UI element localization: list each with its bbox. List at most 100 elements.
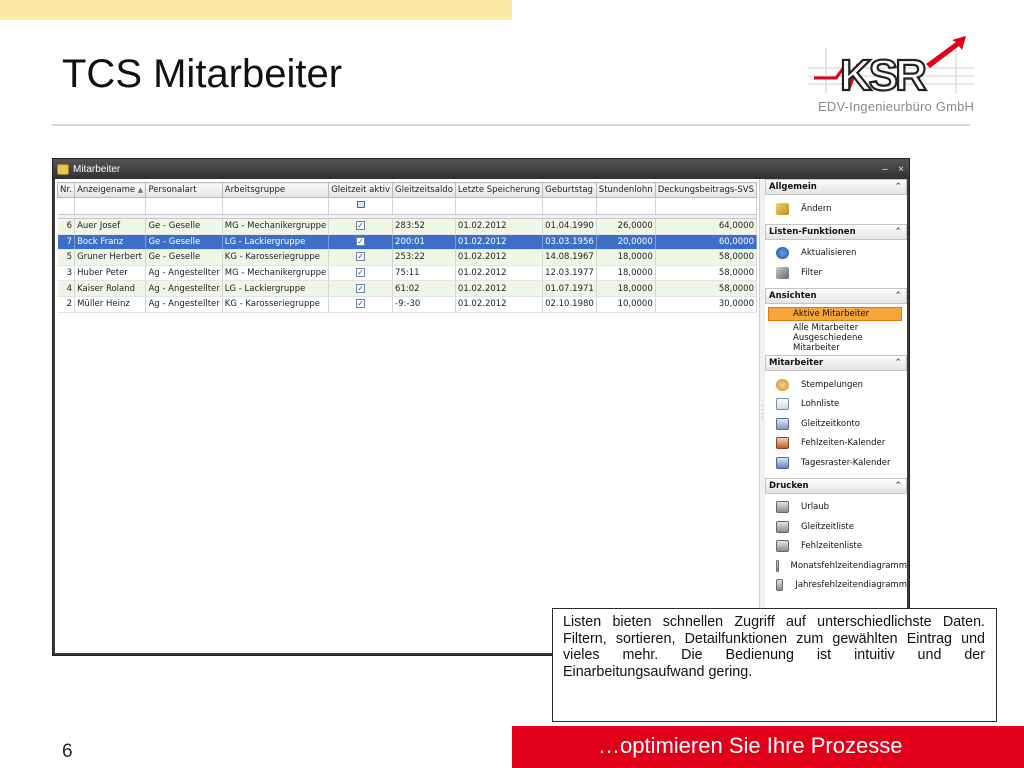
table-row[interactable]: 3 Huber Peter Ag - Angestellter MG - Mechan…: [57, 265, 758, 282]
cell-arbeitsgruppe: MG - Mechanikergruppe: [222, 218, 330, 235]
print-fehlzeitenliste[interactable]: Fehlzeitenliste: [765, 537, 907, 557]
section-header-allgemein[interactable]: Allgemein ⌃: [765, 179, 907, 195]
cell-arbeitsgruppe: LG - Lackiergruppe: [222, 234, 330, 251]
column-header-gleitzeitsaldo[interactable]: Gleitzeitsaldo: [392, 182, 456, 198]
section-title-allgemein: Allgemein: [769, 182, 817, 192]
action-gleitzeitkonto[interactable]: Gleitzeitkonto: [765, 414, 907, 434]
action-label: Ändern: [801, 203, 832, 214]
cell-arbeitsgruppe: LG - Lackiergruppe: [222, 280, 330, 297]
column-header-letzte-speicherung[interactable]: Letzte Speicherung: [454, 182, 544, 198]
table-row[interactable]: 6 Auer Josef Ge - Geselle MG - Mechanikergr…: [57, 218, 758, 235]
edit-icon: [776, 202, 789, 215]
close-button[interactable]: ×: [893, 164, 909, 175]
checkbox-checked-icon[interactable]: ✓: [356, 221, 366, 231]
cell-deckungsbeitrag: 58,0000: [655, 265, 758, 282]
section-body-mitarbeiter: Stempelungen Lohnliste Gleitzeitkonto Fe…: [765, 371, 907, 478]
table-row[interactable]: 7 Bock Franz Ge - Geselle LG - Lackiergrupp…: [57, 234, 758, 251]
print-jahresfehlzeitendiagramm[interactable]: Jahresfehlzeitendiagramm: [765, 576, 907, 596]
cell-anzeigename: Müller Heinz: [74, 296, 147, 313]
table-row[interactable]: 2 Müller Heinz Ag - Angestellter KG - Karos…: [57, 296, 758, 313]
splitter-grip-icon[interactable]: · · · ·: [761, 402, 764, 422]
checkbox-checked-icon[interactable]: ✓: [356, 252, 366, 262]
action-fehlzeiten-kalender[interactable]: Fehlzeiten-Kalender: [765, 434, 907, 454]
action-aktualisieren[interactable]: Aktualisieren: [765, 244, 907, 264]
window-titlebar[interactable]: Mitarbeiter – ×: [53, 159, 909, 179]
column-header-nr[interactable]: Nr.: [56, 182, 76, 198]
logo-text: KSR: [840, 51, 926, 100]
action-label: Fehlzeiten-Kalender: [801, 438, 886, 449]
action-lohnliste[interactable]: Lohnliste: [765, 395, 907, 415]
action-label: Urlaub: [801, 502, 830, 513]
action-label: Tagesraster-Kalender: [801, 457, 891, 468]
cell-gleitzeitsaldo: 283:52: [392, 218, 456, 235]
filter-cell[interactable]: [455, 197, 544, 215]
print-monatsfehlzeitendiagramm[interactable]: Monatsfehlzeitendiagramm: [765, 556, 907, 576]
section-body-allgemein: Ändern: [765, 195, 907, 224]
section-header-drucken[interactable]: Drucken ⌃: [765, 477, 907, 494]
section-header-mitarbeiter[interactable]: Mitarbeiter ⌃: [765, 355, 907, 371]
column-header-anzeigename[interactable]: Anzeigename ▲: [74, 182, 147, 198]
column-header-geburtstag[interactable]: Geburtstag: [542, 182, 597, 198]
minimize-button[interactable]: –: [877, 164, 893, 175]
filter-icon: [776, 266, 789, 279]
checkbox-checked-icon[interactable]: ✓: [356, 299, 366, 309]
section-header-ansichten[interactable]: Ansichten ⌃: [765, 287, 907, 304]
top-accent-bar: [0, 0, 512, 20]
checkbox-checked-icon[interactable]: ✓: [356, 236, 366, 246]
column-header-personalart[interactable]: Personalart: [145, 182, 223, 198]
action-filter[interactable]: Filter: [765, 263, 907, 283]
view-aktive-mitarbeiter[interactable]: Aktive Mitarbeiter: [768, 306, 902, 321]
filter-cell[interactable]: [655, 197, 758, 215]
action-label: Gleitzeitkonto: [801, 418, 860, 429]
filter-cell[interactable]: [145, 197, 223, 215]
print-urlaub[interactable]: Urlaub: [765, 498, 907, 518]
action-label: Stempelungen: [801, 379, 864, 390]
calendar-search-icon: [776, 456, 789, 469]
filter-cell[interactable]: [392, 197, 456, 215]
window-title: Mitarbeiter: [73, 163, 121, 175]
checkbox-checked-icon[interactable]: ✓: [356, 268, 366, 278]
action-stempelungen[interactable]: Stempelungen: [765, 375, 907, 395]
table-row[interactable]: 4 Kaiser Roland Ag - Angestellter LG - Lack…: [57, 280, 758, 297]
section-body-listen: Aktualisieren Filter: [765, 240, 907, 288]
filter-cell[interactable]: [74, 197, 147, 215]
collapse-icon[interactable]: ⌃: [894, 182, 902, 192]
cell-geburtstag: 02.10.1980: [542, 296, 597, 313]
cell-geburtstag: 14.08.1967: [542, 249, 597, 266]
print-gleitzeitliste[interactable]: Gleitzeitliste: [765, 517, 907, 537]
title-divider: [52, 124, 970, 126]
printer-icon: [776, 579, 784, 592]
column-header-gleitzeit-aktiv[interactable]: Gleitzeit aktiv: [328, 182, 394, 198]
filter-cell[interactable]: [542, 197, 597, 215]
column-header-stundenlohn[interactable]: Stundenlohn: [595, 182, 656, 198]
section-title-drucken: Drucken: [769, 480, 809, 491]
checkbox-checked-icon[interactable]: ✓: [356, 283, 366, 293]
sort-ascending-icon: ▲: [137, 186, 144, 194]
column-header-deckungsbeitrag[interactable]: Deckungsbeitrags-SVS: [654, 182, 758, 198]
filter-checkbox-icon[interactable]: [356, 201, 365, 208]
table-row[interactable]: 5 Gruner Herbert Ge - Geselle KG - Karosser…: [57, 249, 758, 266]
cell-personalart: Ag - Angestellter: [145, 265, 223, 282]
action-tagesraster-kalender[interactable]: Tagesraster-Kalender: [765, 453, 907, 473]
action-aendern[interactable]: Ändern: [765, 199, 907, 219]
collapse-icon[interactable]: ⌃: [894, 481, 902, 491]
cell-personalart: Ag - Angestellter: [145, 280, 223, 297]
cell-geburtstag: 01.04.1990: [542, 218, 597, 235]
cell-anzeigename: Kaiser Roland: [74, 280, 147, 297]
cell-letzte-speicherung: 01.02.2012: [455, 265, 544, 282]
collapse-icon[interactable]: ⌃: [894, 227, 902, 237]
filter-cell[interactable]: [596, 197, 656, 215]
filter-cell[interactable]: [222, 197, 330, 215]
action-label: Monatsfehlzeitendiagramm: [790, 560, 908, 571]
filter-cell[interactable]: [328, 197, 394, 215]
cell-arbeitsgruppe: KG - Karosseriegruppe: [222, 249, 330, 266]
employee-grid: Nr. Anzeigename ▲ Personalart Arbeitsgru…: [56, 182, 758, 651]
cell-anzeigename: Auer Josef: [74, 218, 147, 235]
section-header-listen[interactable]: Listen-Funktionen ⌃: [765, 223, 907, 240]
filter-cell[interactable]: [57, 197, 76, 215]
collapse-icon[interactable]: ⌃: [894, 358, 902, 368]
view-ausgeschiedene-mitarbeiter[interactable]: Ausgeschiedene Mitarbeiter: [765, 333, 907, 353]
column-header-arbeitsgruppe[interactable]: Arbeitsgruppe: [221, 182, 330, 198]
collapse-icon[interactable]: ⌃: [894, 291, 902, 301]
cell-deckungsbeitrag: 60,0000: [655, 234, 758, 251]
